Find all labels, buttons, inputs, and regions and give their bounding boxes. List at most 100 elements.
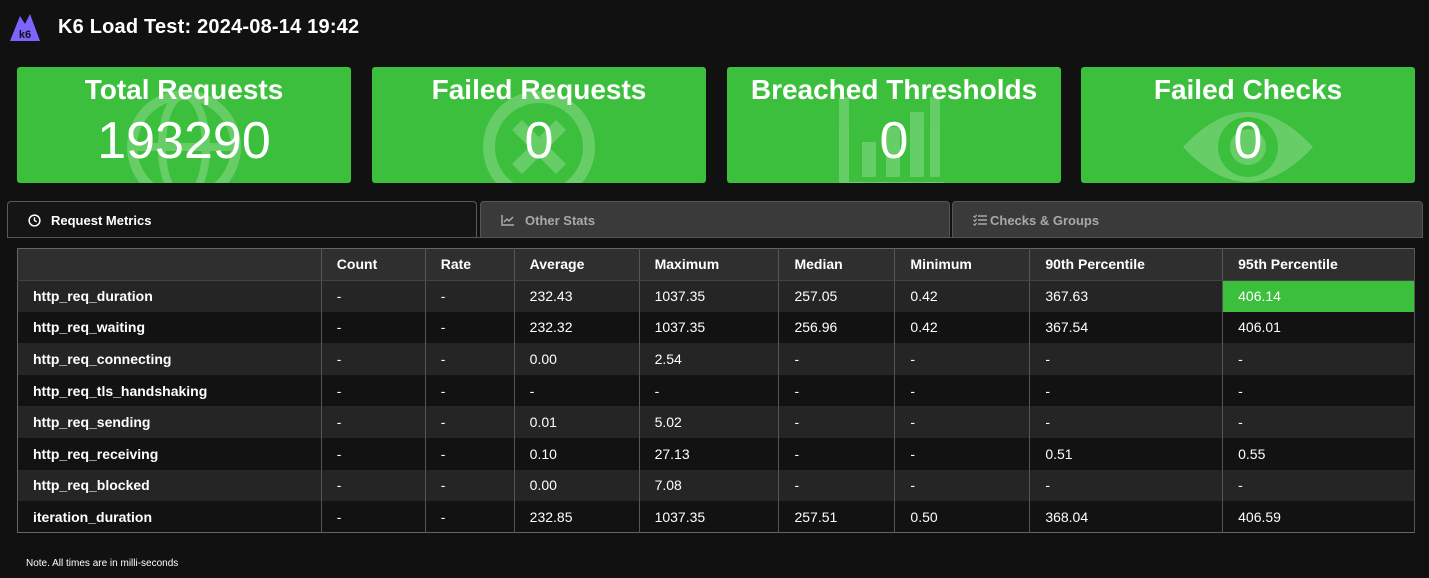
table-cell: - [425, 343, 515, 375]
table-row: http_req_connecting - - 0.00 2.54 - - - … [17, 343, 1415, 375]
page-title: K6 Load Test: 2024-08-14 19:42 [58, 15, 360, 38]
request-metrics-table: Count Rate Average Maximum Median Minimu… [17, 248, 1415, 534]
table-cell: - [1029, 469, 1224, 502]
table-cell: 1037.35 [639, 311, 780, 344]
table-cell: - [425, 406, 515, 439]
tab-checks-groups[interactable]: Checks & Groups [952, 201, 1423, 238]
table-cell: 27.13 [639, 438, 780, 470]
table-cell: - [894, 343, 1031, 375]
table-cell: - [1222, 374, 1415, 407]
table-row: http_req_waiting - - 232.32 1037.35 256.… [17, 311, 1415, 344]
table-cell: - [425, 438, 515, 470]
table-cell: - [425, 501, 515, 533]
table-cell: - [894, 374, 1031, 407]
table-cell: - [639, 374, 780, 407]
column-header: Median [778, 248, 896, 281]
header: k6 K6 Load Test: 2024-08-14 19:42 [8, 10, 359, 44]
table-cell: 0.01 [514, 406, 640, 439]
table-cell: - [1222, 469, 1415, 502]
table-row: http_req_tls_handshaking - - - - - - - - [17, 374, 1415, 407]
table-cell: - [778, 374, 896, 407]
tab-divider [7, 237, 1423, 238]
metric-name: http_req_tls_handshaking [17, 374, 322, 407]
checklist-icon [973, 214, 987, 226]
table-cell: 367.54 [1029, 311, 1224, 344]
table-cell: - [321, 406, 426, 439]
table-cell: - [894, 469, 1031, 502]
table-cell: - [1222, 406, 1415, 439]
table-cell: - [425, 374, 515, 407]
column-header: 90th Percentile [1029, 248, 1224, 281]
metric-name: http_req_sending [17, 406, 322, 439]
table-cell: 0.42 [894, 280, 1031, 312]
table-cell: - [894, 438, 1031, 470]
column-header: Count [321, 248, 426, 281]
tab-bar: Request Metrics Other Stats Checks & Gro… [7, 201, 1423, 238]
table-cell: 232.32 [514, 311, 640, 344]
table-row: http_req_sending - - 0.01 5.02 - - - - [17, 406, 1415, 439]
table-cell: 1037.35 [639, 501, 780, 533]
column-header: Maximum [639, 248, 780, 281]
table-cell: - [321, 343, 426, 375]
metric-name: http_req_waiting [17, 311, 322, 344]
table-row: http_req_receiving - - 0.10 27.13 - - 0.… [17, 438, 1415, 470]
tab-label: Other Stats [525, 212, 596, 228]
table-cell: 0.00 [514, 343, 640, 375]
table-cell: 406.59 [1222, 501, 1415, 533]
table-cell: - [321, 374, 426, 407]
clock-icon [28, 213, 41, 227]
table-cell: - [778, 438, 896, 470]
card-value: 0 [524, 112, 554, 170]
table-cell: - [1029, 343, 1224, 375]
table-cell: - [1029, 374, 1224, 407]
metric-name: http_req_connecting [17, 343, 322, 375]
table-cell: - [425, 280, 515, 312]
table-cell: 257.05 [778, 280, 896, 312]
metric-name: http_req_duration [17, 280, 322, 312]
table-cell: - [778, 406, 896, 439]
table-cell: 0.50 [894, 501, 1031, 533]
table-cell: 367.63 [1029, 280, 1224, 312]
table-cell: - [321, 501, 426, 533]
table-cell: - [425, 311, 515, 344]
table-cell: 2.54 [639, 343, 780, 375]
line-chart-icon [501, 214, 515, 226]
svg-text:k6: k6 [19, 29, 31, 41]
tab-other-stats[interactable]: Other Stats [480, 201, 950, 238]
card-failed-checks: Failed Checks 0 [1081, 67, 1415, 183]
table-cell: - [321, 438, 426, 470]
summary-cards: Total Requests 193290 Failed Requests 0 … [17, 67, 1415, 183]
card-title: Failed Requests [431, 74, 647, 105]
card-title: Total Requests [84, 74, 284, 105]
table-row: http_req_duration - - 232.43 1037.35 257… [17, 280, 1415, 312]
column-header: Average [514, 248, 640, 281]
table-header-row: Count Rate Average Maximum Median Minimu… [17, 248, 1415, 281]
table-cell: - [1222, 343, 1415, 375]
tab-request-metrics[interactable]: Request Metrics [7, 201, 477, 238]
table-cell: - [321, 280, 426, 312]
table-cell: - [778, 343, 896, 375]
table-cell: 7.08 [639, 469, 780, 502]
metric-name: iteration_duration [17, 501, 322, 533]
table-cell: - [321, 311, 426, 344]
table-cell: - [514, 374, 640, 407]
table-cell: 257.51 [778, 501, 896, 533]
table-cell: 256.96 [778, 311, 896, 344]
table-cell: 232.43 [514, 280, 640, 312]
column-header: Minimum [894, 248, 1031, 281]
table-cell: - [1029, 406, 1224, 439]
table-cell: 0.00 [514, 469, 640, 502]
table-cell: 0.51 [1029, 438, 1224, 470]
table-cell: 1037.35 [639, 280, 780, 312]
table-cell: 368.04 [1029, 501, 1224, 533]
footnote: Note. All times are in milli-seconds [26, 558, 179, 569]
table-cell: 0.55 [1222, 438, 1415, 470]
metric-name: http_req_blocked [17, 469, 322, 502]
table-cell: - [425, 469, 515, 502]
table-cell: 0.42 [894, 311, 1031, 344]
table-cell: 5.02 [639, 406, 780, 439]
column-header: 95th Percentile [1222, 248, 1415, 281]
column-header [17, 248, 322, 281]
tab-label: Checks & Groups [990, 212, 1100, 228]
card-failed-requests: Failed Requests 0 [372, 67, 706, 183]
